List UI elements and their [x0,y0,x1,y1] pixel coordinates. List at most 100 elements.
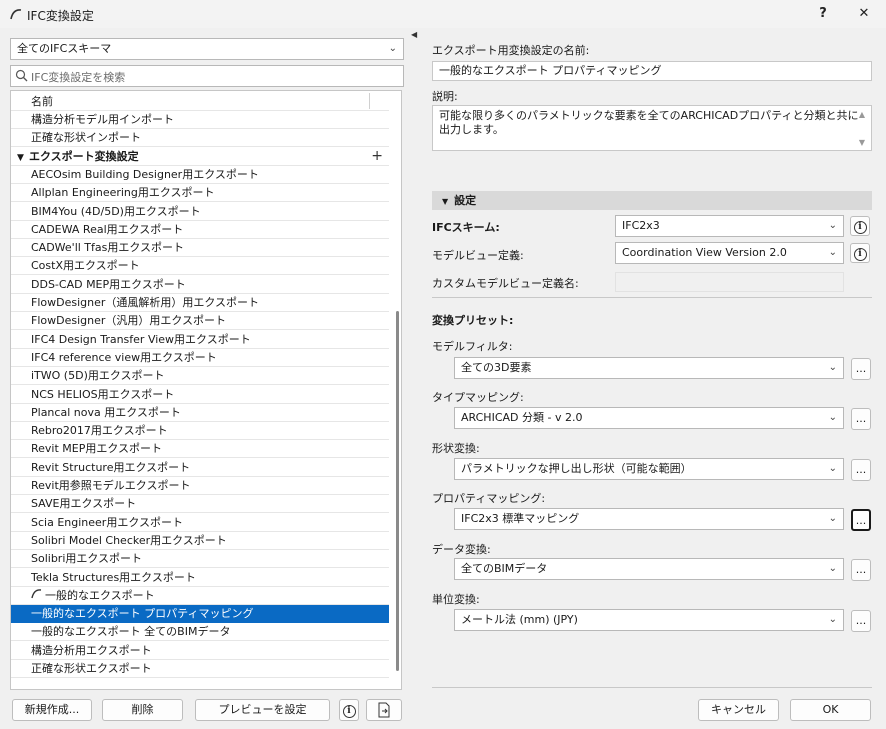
chevron-down-icon: ⌄ [828,563,837,574]
description-field[interactable]: 可能な限り多くのパラメトリックな要素を全てのARCHICADプロパティと分類と共… [432,105,872,151]
list-item-label: 一般的なエクスポート 全てのBIMデータ [31,625,231,639]
scroll-down-icon[interactable]: ▼ [857,138,867,147]
list-item[interactable]: FlowDesigner（汎用）用エクスポート [11,312,389,331]
title-bar: IFC変換設定 ? ✕ [0,0,886,28]
list-scrollbar[interactable] [396,311,399,671]
model-filter-edit-button[interactable]: ... [851,358,871,380]
data-conversion-edit-button[interactable]: ... [851,559,871,581]
list-group-header[interactable]: ▼ エクスポート変換設定 + [11,148,389,166]
data-conversion-dropdown[interactable]: 全てのBIMデータ ⌄ [454,558,844,580]
list-item[interactable]: IFC4 Design Transfer View用エクスポート [11,331,389,349]
divider [432,687,872,688]
help-button[interactable]: ? [808,4,838,24]
list-item[interactable]: Revit MEP用エクスポート [11,440,389,459]
header-divider [369,93,370,109]
model-filter-dropdown[interactable]: 全ての3D要素 ⌄ [454,357,844,379]
data-conversion-label: データ変換: [432,543,491,556]
list-item-label: BIM4You (4D/5D)用エクスポート [31,204,201,218]
list-item[interactable]: Revit用参照モデルエクスポート [11,477,389,495]
chevron-down-icon: ⌄ [828,463,837,474]
type-mapping-edit-button[interactable]: ... [851,408,871,430]
cancel-button[interactable]: キャンセル [698,699,779,721]
scroll-up-icon[interactable]: ▲ [857,110,867,119]
list-item[interactable]: Solibri Model Checker用エクスポート [11,532,389,550]
preview-settings-button[interactable]: プレビューを設定 [195,699,330,721]
settings-section-header[interactable]: ▼ 設定 [432,191,872,210]
mvd-dropdown[interactable]: Coordination View Version 2.0 ⌄ [615,242,844,264]
ifc-scheme-value: IFC2x3 [622,219,660,232]
close-button[interactable]: ✕ [849,4,879,24]
list-item-label: Scia Engineer用エクスポート [31,515,183,529]
list-item[interactable]: Tekla Structures用エクスポート [11,569,389,587]
info-button[interactable]: i [339,699,359,721]
unit-conversion-edit-button[interactable]: ... [851,610,871,632]
list-item-label: SAVE用エクスポート [31,497,137,511]
list-item[interactable]: IFC4 reference view用エクスポート [11,349,389,367]
geometry-edit-button[interactable]: ... [851,459,871,481]
list-item-label: Tekla Structures用エクスポート [31,570,196,584]
property-mapping-value: IFC2x3 標準マッピング [461,512,580,525]
list-item-label: DDS-CAD MEP用エクスポート [31,277,186,291]
ifc-scheme-info-button[interactable]: i [850,216,870,236]
list-item-label: Allplan Engineering用エクスポート [31,186,215,200]
mvd-label: モデルビュー定義: [432,249,524,262]
geometry-dropdown[interactable]: パラメトリックな押し出し形状（可能な範囲） ⌄ [454,458,844,480]
archicad-icon [31,587,45,604]
unit-conversion-dropdown[interactable]: メートル法 (mm) (JPY) ⌄ [454,609,844,631]
chevron-down-icon: ⌄ [828,220,837,231]
geometry-value: パラメトリックな押し出し形状（可能な範囲） [461,462,692,475]
list-item-label: Revit用参照モデルエクスポート [31,479,191,492]
pane-splitter[interactable] [411,28,423,729]
list-item[interactable]: Scia Engineer用エクスポート [11,514,389,532]
list-item[interactable]: DDS-CAD MEP用エクスポート [11,276,389,294]
collapse-triangle-icon[interactable]: ▼ [17,150,29,167]
settings-header-label: 設定 [454,194,477,207]
list-item-label: CADWe'll Tfas用エクスポート [31,241,185,255]
list-item-selected[interactable]: 一般的なエクスポート プロパティマッピング [11,605,389,624]
list-item-label: Revit MEP用エクスポート [31,442,163,456]
list-item[interactable]: Solibri用エクスポート [11,550,389,569]
delete-button[interactable]: 削除 [102,699,183,721]
new-button[interactable]: 新規作成... [12,699,92,721]
list-item[interactable]: 正確な形状インポート [11,129,389,148]
list-item[interactable]: SAVE用エクスポート [11,495,389,514]
export-settings-button[interactable] [366,699,402,721]
ok-button[interactable]: OK [790,699,871,721]
schema-filter-dropdown[interactable]: 全てのIFCスキーマ ⌄ [10,38,404,60]
mvd-value: Coordination View Version 2.0 [622,246,787,259]
list-item[interactable]: 一般的なエクスポート [11,587,389,605]
data-conversion-value: 全てのBIMデータ [461,562,548,575]
list-item[interactable]: Rebro2017用エクスポート [11,422,389,441]
export-file-icon [378,702,390,718]
list-item-label: 構造分析用エクスポート [31,643,152,657]
schema-filter-value: 全てのIFCスキーマ [17,42,112,55]
list-item[interactable]: CADEWA Real用エクスポート [11,221,389,239]
list-item[interactable]: CADWe'll Tfas用エクスポート [11,239,389,258]
list-item[interactable]: CostX用エクスポート [11,257,389,276]
list-item[interactable]: Plancal nova 用エクスポート [11,404,389,422]
list-item[interactable]: 構造分析モデル用インポート [11,111,389,129]
list-item[interactable]: AECOsim Building Designer用エクスポート [11,166,389,184]
list-item[interactable]: 一般的なエクスポート 全てのBIMデータ [11,623,389,642]
list-item[interactable]: 正確な形状エクスポート [11,660,389,678]
ifc-scheme-dropdown[interactable]: IFC2x3 ⌄ [615,215,844,237]
presets-label: 変換プリセット: [432,314,514,327]
list-item[interactable]: NCS HELIOS用エクスポート [11,386,389,404]
property-mapping-edit-button[interactable]: ... [851,509,871,531]
list-header[interactable]: 名前 [11,93,389,111]
collapse-left-icon[interactable]: ◀ [411,30,419,39]
mvd-info-button[interactable]: i [850,243,870,263]
list-item[interactable]: 構造分析用エクスポート [11,642,389,660]
name-field[interactable]: 一般的なエクスポート プロパティマッピング [432,61,872,81]
info-icon: i [853,248,867,261]
search-input[interactable]: IFC変換設定を検索 [10,65,404,87]
unit-conversion-label: 単位変換: [432,593,480,606]
add-icon[interactable]: + [371,148,383,165]
list-item[interactable]: Revit Structure用エクスポート [11,459,389,477]
type-mapping-dropdown[interactable]: ARCHICAD 分類 - v 2.0 ⌄ [454,407,844,429]
property-mapping-dropdown[interactable]: IFC2x3 標準マッピング ⌄ [454,508,844,530]
list-item[interactable]: FlowDesigner（通風解析用）用エクスポート [11,294,389,312]
list-item[interactable]: iTWO (5D)用エクスポート [11,367,389,386]
list-item[interactable]: Allplan Engineering用エクスポート [11,184,389,203]
list-item[interactable]: BIM4You (4D/5D)用エクスポート [11,203,389,221]
